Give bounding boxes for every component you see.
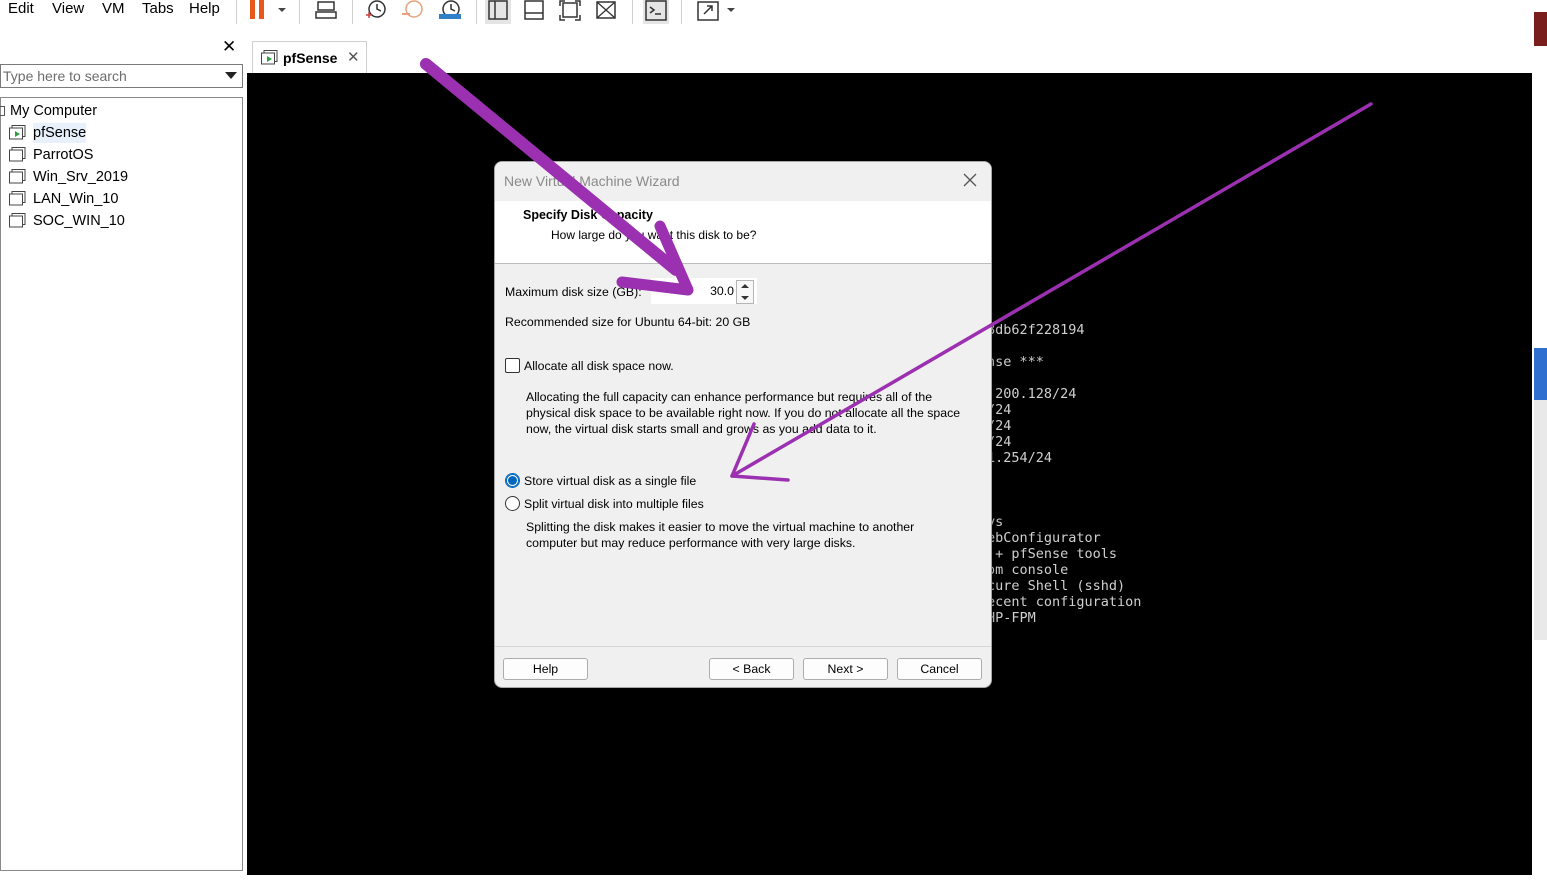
panel xyxy=(1534,400,1547,640)
allocate-description: Allocating the full capacity can enhance… xyxy=(526,390,961,436)
search-input[interactable] xyxy=(3,66,215,86)
chevron-up-icon[interactable] xyxy=(741,284,749,288)
tab-pfsense[interactable]: pfSense ✕ xyxy=(252,41,367,73)
library-header xyxy=(0,33,243,59)
toolbar-separator xyxy=(476,0,477,24)
stepper-buttons xyxy=(736,280,754,304)
stretch-guest-icon[interactable] xyxy=(695,0,721,24)
console-view-icon[interactable] xyxy=(643,0,669,24)
background-window-edge xyxy=(1532,0,1547,881)
vm-running-icon xyxy=(9,125,26,140)
highlight-bar xyxy=(1534,348,1547,400)
dialog-titlebar: New Virtual Machine Wizard xyxy=(495,162,991,200)
allocate-all-label[interactable]: Allocate all disk space now. xyxy=(524,359,674,373)
vm-icon xyxy=(9,213,26,228)
library-search xyxy=(0,64,243,88)
console-line: HP-FPM xyxy=(987,610,1036,626)
menu-vm[interactable]: VM xyxy=(102,0,125,20)
tree-item-label: My Computer xyxy=(10,103,98,119)
max-disk-size-label: Maximum disk size (GB): xyxy=(505,285,642,299)
tab-label: pfSense xyxy=(283,50,338,66)
library-close-icon[interactable]: ✕ xyxy=(222,38,236,55)
new-vm-wizard-dialog: New Virtual Machine Wizard Specify Disk … xyxy=(494,161,992,688)
multiple-files-radio[interactable] xyxy=(505,496,520,511)
chevron-down-icon[interactable] xyxy=(741,296,749,300)
recommended-size-text: Recommended size for Ubuntu 64-bit: 20 G… xyxy=(505,315,751,329)
chevron-down-icon[interactable] xyxy=(272,0,292,24)
menu-bar: Edit View VM Tabs Help xyxy=(0,0,1532,30)
next-button[interactable]: Next > xyxy=(803,658,888,680)
dialog-title: New Virtual Machine Wizard xyxy=(504,173,680,189)
console-line: .200.128/24 xyxy=(987,386,1077,402)
vm-icon xyxy=(9,169,26,184)
multiple-files-label[interactable]: Split virtual disk into multiple files xyxy=(524,497,704,511)
app-icon xyxy=(1534,12,1547,46)
tree-item-label: LAN_Win_10 xyxy=(33,191,119,207)
chevron-down-icon[interactable] xyxy=(225,72,237,79)
console-line: 1.254/24 xyxy=(987,450,1053,466)
vm-icon xyxy=(9,191,26,206)
console-line: om console xyxy=(987,562,1069,578)
thumbnail-bar-icon[interactable] xyxy=(521,0,547,24)
console-line: ebConfigurator xyxy=(987,530,1101,546)
tree-item-label: Win_Srv_2019 xyxy=(33,169,129,185)
menu-help[interactable]: Help xyxy=(189,0,220,20)
dialog-subheading: How large do you want this disk to be? xyxy=(551,228,757,242)
console-line: cure Shell (sshd) xyxy=(987,578,1126,594)
back-button[interactable]: < Back xyxy=(709,658,794,680)
snapshot-icon[interactable] xyxy=(363,0,389,24)
vm-running-icon xyxy=(261,50,278,65)
toolbar-separator xyxy=(236,0,237,24)
close-icon[interactable] xyxy=(961,171,979,189)
console-line: ecent configuration xyxy=(987,594,1142,610)
show-library-icon[interactable] xyxy=(485,0,511,24)
max-disk-size-value[interactable]: 30.0 xyxy=(652,284,734,298)
expander-icon[interactable] xyxy=(0,106,5,116)
menu-view[interactable]: View xyxy=(52,0,84,20)
tab-close-icon[interactable]: ✕ xyxy=(347,48,360,66)
menu-tabs[interactable]: Tabs xyxy=(142,0,174,20)
max-disk-size-stepper[interactable]: 30.0 xyxy=(651,278,757,304)
console-line: 8db62f228194 xyxy=(987,322,1085,338)
snapshot-manager-icon[interactable] xyxy=(437,0,463,24)
cancel-button[interactable]: Cancel xyxy=(897,658,982,680)
toolbar-separator xyxy=(632,0,633,24)
dialog-header: Specify Disk Capacity How large do you w… xyxy=(495,201,991,264)
dialog-heading: Specify Disk Capacity xyxy=(523,208,653,222)
toolbar-separator xyxy=(299,0,300,24)
toolbar-separator xyxy=(352,0,353,24)
tree-item-pfsense[interactable]: pfSense xyxy=(9,123,239,143)
tree-item-label: ParrotOS xyxy=(33,147,94,163)
pause-icon[interactable] xyxy=(246,0,272,24)
console-line: nse *** xyxy=(987,354,1044,370)
tree-item-label: SOC_WIN_10 xyxy=(33,213,125,229)
split-description: Splitting the disk makes it easier to mo… xyxy=(526,520,915,550)
full-screen-icon[interactable] xyxy=(557,0,583,24)
console-line: + pfSense tools xyxy=(987,546,1118,562)
help-button[interactable]: Help xyxy=(503,658,588,680)
revert-snapshot-icon[interactable] xyxy=(400,0,426,24)
tree-item-label: pfSense xyxy=(33,123,87,143)
chevron-down-icon[interactable] xyxy=(723,0,739,24)
allocate-all-checkbox[interactable] xyxy=(505,358,520,373)
vm-icon xyxy=(9,147,26,162)
dialog-footer-divider xyxy=(495,646,991,647)
library-tree: My Computer pfSense ParrotOS Win_Srv_201… xyxy=(0,97,243,871)
menu-edit[interactable]: Edit xyxy=(8,0,34,20)
send-ctrl-alt-del-icon[interactable] xyxy=(313,0,339,24)
single-file-radio[interactable] xyxy=(505,473,520,488)
toolbar-separator xyxy=(681,0,682,24)
unity-icon[interactable] xyxy=(593,0,619,24)
single-file-label[interactable]: Store virtual disk as a single file xyxy=(524,474,696,488)
